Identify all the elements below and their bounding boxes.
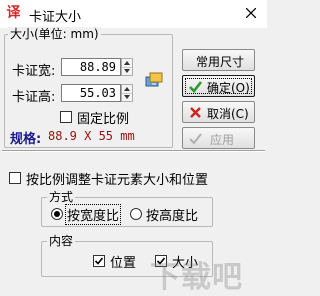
checkmark-icon	[189, 81, 203, 93]
width-spin-down[interactable]	[122, 67, 132, 75]
scale-elements-label: 按比例调整卡证元素大小和位置	[26, 173, 209, 188]
scale-elements-checkbox[interactable]	[9, 172, 21, 184]
by-height-label: 按高度比	[146, 209, 199, 224]
spec-value: 88.9 X 55 mm	[48, 129, 135, 143]
height-label: 卡证高:	[12, 90, 56, 105]
ok-label: 确定(O)	[207, 81, 250, 95]
ok-button[interactable]: 确定(O)	[182, 75, 255, 97]
cancel-label: 取消(C)	[207, 107, 249, 121]
by-height-radio[interactable]	[130, 208, 142, 220]
position-checkbox[interactable]	[93, 255, 105, 267]
app-icon: 译	[6, 5, 21, 21]
by-width-label: 按宽度比	[64, 204, 122, 225]
position-label: 位置	[110, 256, 137, 271]
swap-dimensions-icon[interactable]	[145, 72, 163, 88]
close-icon	[246, 8, 256, 18]
width-spinner[interactable]	[121, 58, 133, 76]
width-input[interactable]: 88.89	[61, 58, 121, 76]
width-value: 88.89	[79, 60, 116, 74]
chevron-down-icon	[124, 69, 130, 73]
checkmark-icon	[189, 133, 202, 145]
check-icon	[94, 257, 104, 265]
height-value: 55.03	[79, 86, 116, 100]
apply-label: 应用	[210, 133, 235, 147]
chevron-up-icon	[124, 61, 130, 65]
common-sizes-label: 常用尺寸	[196, 55, 245, 69]
cancel-x-icon	[190, 107, 201, 118]
fixed-ratio-label: 固定比例	[77, 112, 130, 127]
close-button[interactable]	[240, 2, 262, 24]
spec-label: 规格:	[10, 132, 42, 147]
by-width-radio[interactable]	[51, 208, 63, 220]
dialog-window: 译 卡证大小 大小(单位: mm) 卡证宽: 88.89 卡证高: 55.03	[0, 0, 267, 295]
radio-dot	[54, 211, 60, 217]
apply-button[interactable]: 应用	[182, 127, 255, 149]
height-spin-down[interactable]	[122, 93, 132, 101]
size-group-legend: 大小(单位: mm)	[8, 27, 101, 41]
content-group-legend: 内容	[47, 234, 76, 248]
title-bar: 译 卡证大小	[0, 0, 267, 28]
height-spinner[interactable]	[121, 84, 133, 102]
fixed-ratio-checkbox[interactable]	[60, 111, 72, 123]
mode-group-legend: 方式	[47, 190, 76, 204]
common-sizes-button[interactable]: 常用尺寸	[182, 49, 255, 71]
separator	[2, 150, 265, 152]
chevron-up-icon	[124, 87, 130, 91]
watermark: 下载吧	[150, 260, 243, 295]
height-input[interactable]: 55.03	[61, 84, 121, 102]
chevron-down-icon	[124, 95, 130, 99]
cancel-button[interactable]: 取消(C)	[182, 101, 255, 123]
width-label: 卡证宽:	[12, 64, 56, 79]
window-title: 卡证大小	[29, 10, 82, 25]
